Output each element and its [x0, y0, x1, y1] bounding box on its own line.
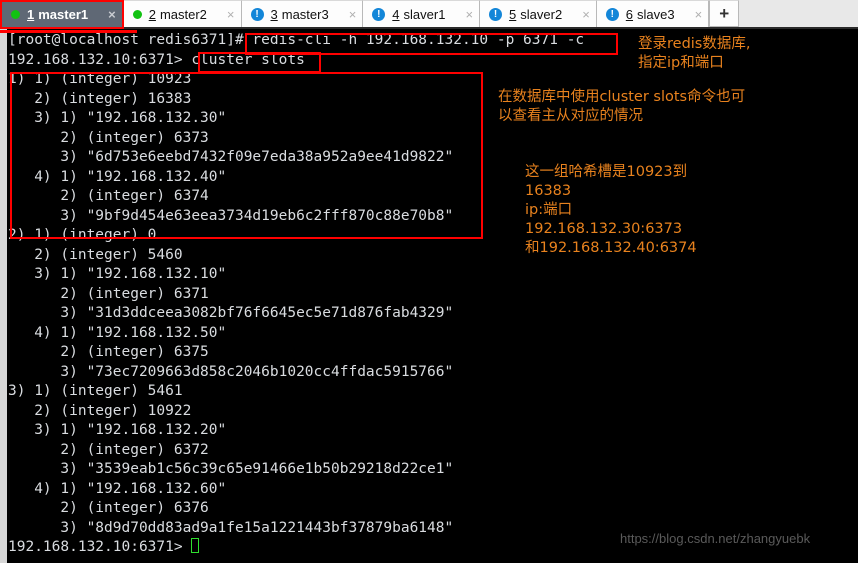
tab-master3[interactable]: ! 3 master3 ×: [241, 0, 364, 27]
terminal-line: 3) "31d3ddceea3082bf76f6645ec5e71d876fab…: [8, 305, 454, 321]
terminal-line: 1) 1) (integer) 10923: [8, 71, 192, 87]
tab-number: 1: [27, 7, 35, 22]
terminal-line: 3) "8d9d70dd83ad9a1fe15a1221443bf37879ba…: [8, 519, 454, 536]
terminal-line: 3) 1) (integer) 5461: [8, 383, 183, 399]
terminal-prompt-line: 192.168.132.10:6371>: [8, 538, 200, 558]
tab-label: master3: [281, 6, 329, 22]
tab-number: 3: [270, 6, 278, 22]
close-icon[interactable]: ×: [578, 7, 590, 22]
tab-slaver1[interactable]: ! 4 slaver1 ×: [363, 0, 481, 27]
tab-slave3[interactable]: ! 6 slave3 ×: [596, 0, 710, 27]
tab-bar-filler: [739, 0, 858, 27]
green-dot-icon: [132, 9, 142, 19]
terminal-line: 2) (integer) 5460: [8, 246, 183, 263]
tab-label: slave3: [637, 6, 675, 22]
green-dot-icon: [11, 10, 20, 19]
close-icon[interactable]: ×: [223, 7, 235, 22]
prompt-text: 192.168.132.10:6371>: [8, 539, 192, 555]
blue-exclamation-icon: !: [250, 7, 264, 21]
tab-number: 4: [392, 6, 400, 22]
close-icon[interactable]: ×: [461, 7, 473, 22]
tab-master2[interactable]: 2 master2 ×: [123, 0, 242, 27]
tab-label: master2: [159, 6, 207, 22]
terminal-line: 3) 1) "192.168.132.20": [8, 422, 227, 438]
close-icon[interactable]: ×: [345, 7, 357, 22]
watermark-url: https://blog.csdn.net/zhangyuebk: [620, 531, 811, 546]
annotation-login-note: 登录redis数据库, 指定ip和端口: [638, 36, 751, 71]
tab-label: master1: [38, 7, 89, 22]
terminal-line: [root@localhost redis6371]# redis-cli -h…: [8, 32, 585, 48]
tab-slaver2[interactable]: ! 5 slaver2 ×: [480, 0, 597, 27]
terminal-line: 3) "6d753e6eebd7432f09e7eda38a952a9ee41d…: [8, 149, 454, 165]
close-icon[interactable]: ×: [691, 7, 703, 22]
terminal-line: 3) "3539eab1c56c39c65e91466e1b50b29218d2…: [8, 461, 454, 477]
blue-exclamation-icon: !: [489, 7, 503, 21]
terminal-line: 3) "73ec7209663d858c2046b1020cc4ffdac591…: [8, 363, 454, 380]
tab-label: slaver2: [520, 6, 563, 22]
terminal-line: 2) (integer) 6371: [8, 285, 209, 302]
tab-bar: 1 master1 × 2 master2 × ! 3 master3 × ! …: [0, 0, 858, 29]
terminal-line: 4) 1) "192.168.132.60": [8, 480, 227, 497]
new-tab-button[interactable]: +: [709, 0, 740, 27]
terminal-line: 4) 1) "192.168.132.40": [8, 168, 227, 185]
tab-number: 6: [625, 6, 634, 22]
tab-label: slaver1: [403, 6, 446, 22]
blue-exclamation-icon: !: [372, 7, 386, 21]
terminal-line: 2) (integer) 16383: [8, 90, 192, 107]
close-icon[interactable]: ×: [104, 7, 116, 22]
terminal-line: 2) (integer) 10922: [8, 402, 192, 419]
terminal-line: 192.168.132.10:6371> cluster slots: [8, 51, 305, 68]
block-cursor: [191, 538, 200, 553]
terminal-line: 2) (integer) 6376: [8, 500, 209, 516]
highlight-line-top-left: [0, 30, 137, 33]
terminal-line: 2) 1) (integer) 0: [8, 227, 157, 243]
terminal-line: 2) (integer) 6373: [8, 129, 209, 146]
terminal-line: 2) (integer) 6374: [8, 188, 209, 204]
terminal-line: 4) 1) "192.168.132.50": [8, 324, 227, 341]
terminal-line: 3) 1) "192.168.132.30": [8, 110, 227, 126]
clipped-left-annotation: 获取 信息: [0, 240, 8, 308]
tab-number: 2: [148, 6, 156, 22]
annotation-cluster-slots-note: 在数据库中使用cluster slots命令也可 以查看主从对应的情况: [498, 89, 746, 124]
blue-exclamation-icon: !: [605, 7, 619, 21]
terminal-window: 1 master1 × 2 master2 × ! 3 master3 × ! …: [0, 0, 858, 563]
terminal-line: 2) (integer) 6375: [8, 344, 209, 360]
terminal-line: 3) "9bf9d454e63eea3734d19eb6c2fff870c88e…: [8, 207, 454, 224]
tab-master1[interactable]: 1 master1 ×: [0, 0, 124, 29]
terminal-line: 3) 1) "192.168.132.10": [8, 266, 227, 282]
tab-number: 5: [509, 6, 517, 22]
annotation-slot-range-note: 这一组哈希槽是10923到 16383 ip:端口 192.168.132.30…: [525, 164, 697, 256]
terminal-line: 2) (integer) 6372: [8, 441, 209, 458]
